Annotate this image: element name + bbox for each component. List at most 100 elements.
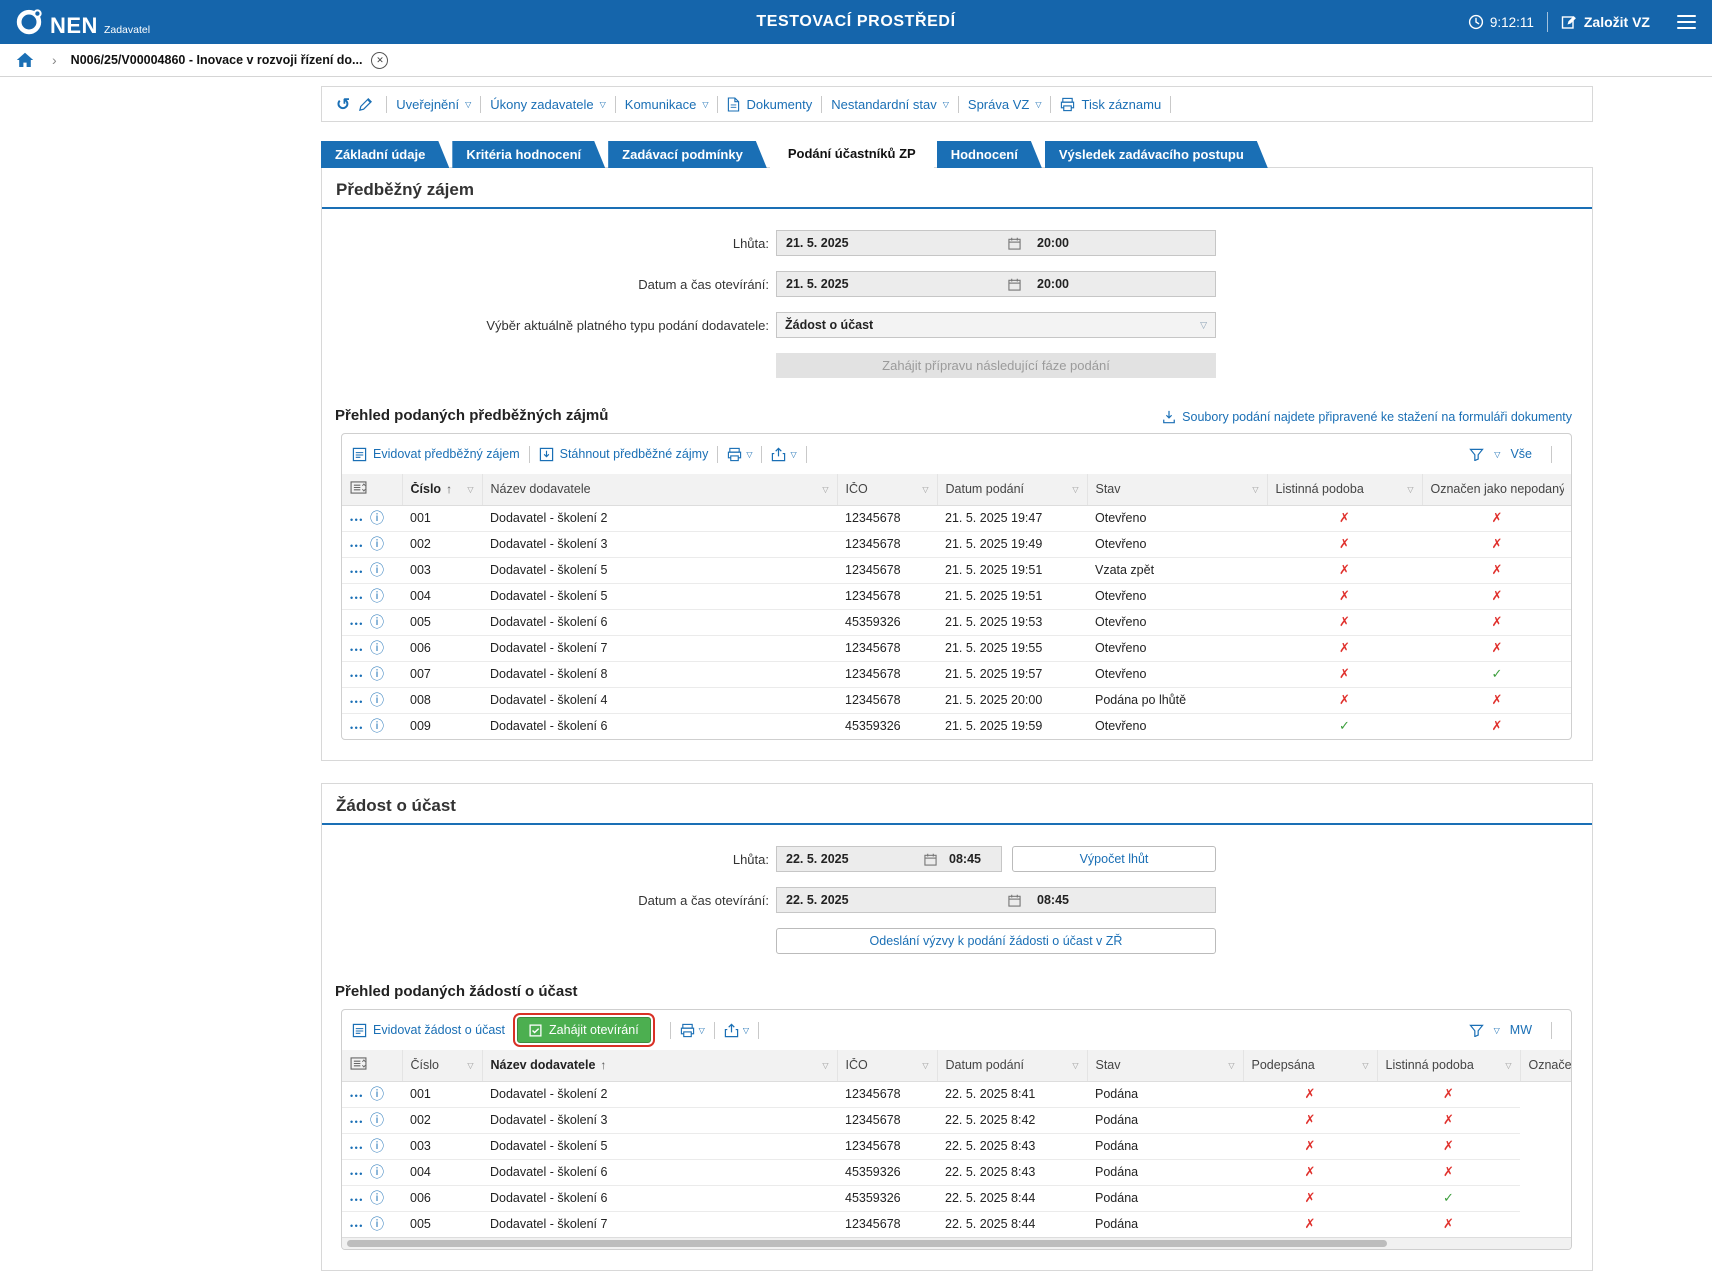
print-record-button[interactable]: Tisk záznamu — [1060, 97, 1161, 112]
table-row[interactable]: •••ⓘ004Dodavatel - školení 51234567821. … — [342, 583, 1571, 609]
table-row[interactable]: •••ⓘ002Dodavatel - školení 31234567822. … — [342, 1107, 1571, 1133]
filter-caret-icon[interactable]: ▽ — [922, 485, 928, 494]
calendar-icon[interactable] — [1006, 237, 1023, 250]
column-datum-podani[interactable]: Datum podání▽ — [937, 1050, 1087, 1081]
row-info-icon[interactable]: ⓘ — [370, 1087, 384, 1103]
row-menu-icon[interactable]: ••• — [350, 697, 364, 707]
tab-vysledek-zadavaciho-postupu[interactable]: Výsledek zadávacího postupu — [1045, 141, 1268, 168]
table-row[interactable]: •••ⓘ005Dodavatel - školení 71234567822. … — [342, 1211, 1571, 1237]
table-row[interactable]: •••ⓘ006Dodavatel - školení 71234567821. … — [342, 635, 1571, 661]
column-ico[interactable]: IČO▽ — [837, 474, 937, 505]
column-oznacen-nepodany[interactable]: Označen jako nepodaný — [1520, 1050, 1571, 1081]
row-info-icon[interactable]: ⓘ — [370, 1217, 384, 1233]
row-menu-icon[interactable]: ••• — [350, 645, 364, 655]
table-row[interactable]: •••ⓘ004Dodavatel - školení 64535932622. … — [342, 1159, 1571, 1185]
filter-caret-icon[interactable]: ▽ — [1252, 485, 1258, 494]
odeslani-vyzvy-button[interactable]: Odeslání výzvy k podání žádosti o účast … — [776, 928, 1216, 954]
view-selector[interactable]: Vše — [1510, 447, 1532, 461]
tab-podani-ucastniku-zp[interactable]: Podání účastníků ZP — [770, 139, 934, 168]
row-info-icon[interactable]: ⓘ — [370, 1191, 384, 1207]
table-row[interactable]: •••ⓘ005Dodavatel - školení 64535932621. … — [342, 609, 1571, 635]
chevron-down-icon[interactable]: ▽ — [1494, 450, 1500, 459]
table-row[interactable]: •••ⓘ002Dodavatel - školení 31234567821. … — [342, 531, 1571, 557]
filter-caret-icon[interactable]: ▽ — [1072, 485, 1078, 494]
column-stav[interactable]: Stav▽ — [1087, 1050, 1243, 1081]
zahajit-otevirani-button[interactable]: Zahájit otevírání — [517, 1017, 651, 1043]
menu-nestandardni-stav[interactable]: Nestandardní stav▽ — [831, 97, 949, 112]
view-selector[interactable]: MW — [1510, 1023, 1532, 1037]
table-row[interactable]: •••ⓘ008Dodavatel - školení 41234567821. … — [342, 687, 1571, 713]
row-menu-icon[interactable]: ••• — [350, 1195, 364, 1205]
menu-komunikace[interactable]: Komunikace▽ — [625, 97, 709, 112]
column-datum-podani[interactable]: Datum podání▽ — [937, 474, 1087, 505]
filter-caret-icon[interactable]: ▽ — [1072, 1061, 1078, 1070]
undo-icon[interactable]: ↺ — [332, 96, 354, 113]
calendar-icon[interactable] — [1006, 894, 1023, 907]
column-listinna-podoba[interactable]: Listinná podoba▽ — [1377, 1050, 1520, 1081]
tab-zakladni-udaje[interactable]: Základní údaje — [321, 141, 449, 168]
filter-caret-icon[interactable]: ▽ — [822, 1061, 828, 1070]
row-info-icon[interactable]: ⓘ — [370, 511, 384, 527]
filter-icon[interactable] — [1469, 1024, 1484, 1037]
row-info-icon[interactable]: ⓘ — [370, 589, 384, 605]
row-info-icon[interactable]: ⓘ — [370, 537, 384, 553]
row-menu-icon[interactable]: ••• — [350, 1117, 364, 1127]
menu-ukony-zadavatele[interactable]: Úkony zadavatele▽ — [490, 97, 606, 112]
column-ico[interactable]: IČO▽ — [837, 1050, 937, 1081]
filter-caret-icon[interactable]: ▽ — [822, 485, 828, 494]
filter-caret-icon[interactable]: ▽ — [467, 1061, 473, 1070]
nen-logo[interactable]: NEN Zadavatel — [14, 7, 150, 37]
tab-zadavaci-podminky[interactable]: Zadávací podmínky — [608, 141, 767, 168]
row-menu-icon[interactable]: ••• — [350, 1143, 364, 1153]
row-menu-icon[interactable]: ••• — [350, 671, 364, 681]
column-cislo[interactable]: Číslo▽ — [402, 1050, 482, 1081]
tab-kriteria-hodnoceni[interactable]: Kritéria hodnocení — [452, 141, 605, 168]
calendar-icon[interactable] — [922, 853, 939, 866]
oteviani-datetime-field[interactable]: 21. 5. 2025 20:00 — [776, 271, 1216, 297]
row-info-icon[interactable]: ⓘ — [370, 693, 384, 709]
lhuta-datetime-field[interactable]: 21. 5. 2025 20:00 — [776, 230, 1216, 256]
row-menu-icon[interactable]: ••• — [350, 1169, 364, 1179]
table-row[interactable]: •••ⓘ007Dodavatel - školení 81234567821. … — [342, 661, 1571, 687]
close-icon[interactable]: ✕ — [371, 52, 388, 69]
column-nazev-dodavatele[interactable]: Název dodavatele▽ — [482, 474, 837, 505]
column-listinna-podoba[interactable]: Listinná podoba▽ — [1267, 474, 1422, 505]
filter-caret-icon[interactable]: ▽ — [467, 485, 473, 494]
breadcrumb-item[interactable]: N006/25/V00004860 - Inovace v rozvoji ří… — [71, 52, 389, 69]
home-icon[interactable] — [16, 52, 34, 68]
column-stav[interactable]: Stav▽ — [1087, 474, 1267, 505]
row-menu-icon[interactable]: ••• — [350, 1221, 364, 1231]
export-table-button[interactable]: ▽ — [724, 1023, 749, 1038]
menu-icon[interactable] — [1673, 11, 1700, 34]
filter-caret-icon[interactable]: ▽ — [1407, 485, 1413, 494]
table-row[interactable]: •••ⓘ009Dodavatel - školení 64535932621. … — [342, 713, 1571, 739]
print-table-button[interactable]: ▽ — [727, 447, 752, 462]
calendar-icon[interactable] — [1006, 278, 1023, 291]
create-vz-button[interactable]: Založit VZ — [1561, 14, 1650, 30]
column-cislo[interactable]: Číslo↑▽ — [402, 474, 482, 505]
table-row[interactable]: •••ⓘ001Dodavatel - školení 21234567821. … — [342, 505, 1571, 531]
soubory-podani-link[interactable]: Soubory podání najdete připravené ke sta… — [1162, 410, 1572, 424]
filter-caret-icon[interactable]: ▽ — [922, 1061, 928, 1070]
column-nazev-dodavatele[interactable]: Název dodavatele↑▽ — [482, 1050, 837, 1081]
stahnout-predbezne-zajmy-button[interactable]: Stáhnout předběžné zájmy — [539, 447, 709, 462]
chevron-down-icon[interactable]: ▽ — [1494, 1026, 1500, 1035]
print-table-button[interactable]: ▽ — [680, 1023, 705, 1038]
row-menu-icon[interactable]: ••• — [350, 541, 364, 551]
row-menu-icon[interactable]: ••• — [350, 619, 364, 629]
column-settings-header[interactable] — [342, 474, 402, 505]
filter-caret-icon[interactable]: ▽ — [1505, 1061, 1511, 1070]
row-info-icon[interactable]: ⓘ — [370, 1165, 384, 1181]
column-settings-header[interactable] — [342, 1050, 402, 1081]
evidovat-zadost-button[interactable]: Evidovat žádost o účast — [352, 1023, 505, 1038]
row-info-icon[interactable]: ⓘ — [370, 667, 384, 683]
row-menu-icon[interactable]: ••• — [350, 567, 364, 577]
lhuta-datetime-field[interactable]: 22. 5. 2025 08:45 — [776, 846, 1002, 872]
scrollbar-thumb[interactable] — [347, 1240, 1387, 1247]
column-oznacen-nepodany[interactable]: Označen jako nepodaný — [1422, 474, 1571, 505]
filter-caret-icon[interactable]: ▽ — [1362, 1061, 1368, 1070]
typ-podani-select[interactable]: Žádost o účast ▽ — [776, 312, 1216, 338]
menu-sprava-vz[interactable]: Správa VZ▽ — [968, 97, 1042, 112]
row-menu-icon[interactable]: ••• — [350, 1091, 364, 1101]
row-info-icon[interactable]: ⓘ — [370, 641, 384, 657]
